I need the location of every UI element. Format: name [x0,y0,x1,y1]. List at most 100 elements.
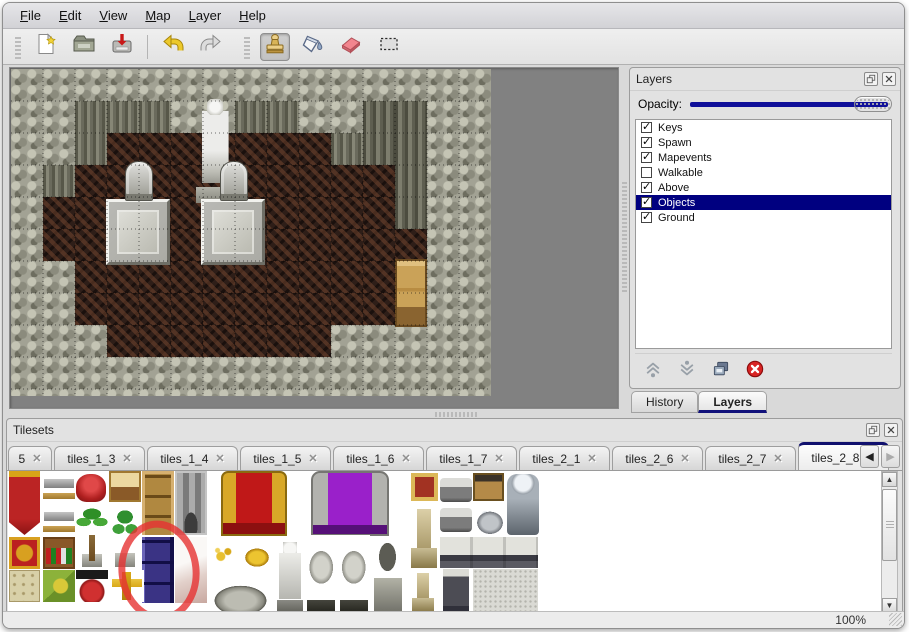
scroll-up-icon[interactable]: ▲ [882,472,897,487]
tab-close-icon[interactable]: ✕ [680,452,689,465]
tileset-tab-tiles_2_1[interactable]: tiles_2_1✕ [519,446,610,470]
tileset-tab-tiles_1_5[interactable]: tiles_1_5✕ [240,446,331,470]
tile-obelisk-small[interactable] [409,569,436,612]
opacity-slider-handle[interactable] [854,96,892,112]
tile-gate-gray[interactable] [175,471,207,535]
tab-close-icon[interactable]: ✕ [401,452,410,465]
layer-checkbox[interactable] [641,167,652,178]
tile-throne-purple[interactable] [311,471,389,536]
tile-plant[interactable] [109,505,141,569]
tab-scroll-left-icon[interactable]: ◀ [860,445,879,468]
raise-layer-button[interactable] [641,357,665,381]
menu-edit[interactable]: Edit [50,5,90,26]
layer-row-objects[interactable]: ✓Objects [636,195,891,210]
tileset-tab-tiles_1_6[interactable]: tiles_1_6✕ [333,446,424,470]
layer-row-spawn[interactable]: ✓Spawn [636,135,891,150]
layer-row-above[interactable]: ✓Above [636,180,891,195]
menu-help[interactable]: Help [230,5,275,26]
delete-layer-button[interactable] [743,357,767,381]
tab-close-icon[interactable]: ✕ [122,452,131,465]
tab-close-icon[interactable]: ✕ [215,452,224,465]
tileset-tab-tiles_1_4[interactable]: tiles_1_4✕ [147,446,238,470]
tab-close-icon[interactable]: ✕ [494,452,503,465]
map-canvas[interactable] [11,69,491,396]
tile-shelf-gray[interactable] [440,478,472,502]
close-button[interactable] [882,72,896,86]
tile-armor-knight[interactable] [507,474,539,535]
tile-block-gray[interactable] [473,569,538,612]
tile-obelisk[interactable] [409,503,438,568]
tileset-tab-tiles_2_7[interactable]: tiles_2_7✕ [705,446,796,470]
tile-necklace[interactable] [208,539,240,569]
tileset-tab-5[interactable]: 5✕ [8,446,52,470]
layer-row-walkable[interactable]: Walkable [636,165,891,180]
layer-checkbox[interactable]: ✓ [641,197,652,208]
resize-grip[interactable] [889,613,902,626]
redo-button[interactable] [196,33,226,61]
tab-close-icon[interactable]: ✕ [32,452,41,465]
tile-bookshelf[interactable] [43,537,75,569]
tile-loom[interactable] [43,473,75,501]
tab-close-icon[interactable]: ✕ [308,452,317,465]
float-button[interactable] [866,423,880,437]
tile-loom[interactable] [43,506,75,534]
tab-scroll-right-icon[interactable]: ▶ [881,445,900,468]
menu-layer[interactable]: Layer [180,5,231,26]
layer-list[interactable]: ✓Keys✓Spawn✓MapeventsWalkable✓Above✓Obje… [635,119,892,349]
tile-cushion-red[interactable] [76,474,106,502]
layer-checkbox[interactable]: ✓ [641,182,652,193]
menu-file[interactable]: File [11,5,50,26]
tile-door-purple[interactable] [142,537,174,603]
tile-gold-pile[interactable] [241,539,273,569]
close-button[interactable] [884,423,898,437]
tile-statue-white[interactable] [274,537,306,612]
tileset-tab-tiles_1_3[interactable]: tiles_1_3✕ [54,446,145,470]
tile-palm[interactable] [76,505,108,569]
layer-checkbox[interactable]: ✓ [641,122,652,133]
map-viewport[interactable] [9,67,619,409]
tab-layers[interactable]: Layers [698,391,767,413]
tab-history[interactable]: History [631,391,698,413]
fill-tool-button[interactable] [298,33,328,61]
open-button[interactable] [69,33,99,61]
menu-view[interactable]: View [90,5,136,26]
tile-shelf-gray[interactable] [440,508,472,532]
tile-portrait[interactable] [411,473,438,501]
tile-banner-red[interactable] [9,471,40,535]
toolbar-grip[interactable] [15,35,21,59]
lower-layer-button[interactable] [675,357,699,381]
tile-armor-pile[interactable] [474,503,506,536]
tile-gargoyles[interactable] [305,535,370,612]
stamp-tool-button[interactable] [260,33,290,61]
menu-map[interactable]: Map [136,5,179,26]
layer-row-keys[interactable]: ✓Keys [636,120,891,135]
tileset-scrollbar[interactable]: ▲ ▼ [881,471,898,614]
layer-row-ground[interactable]: ✓Ground [636,210,891,225]
tile-crest-red[interactable] [9,537,40,569]
opacity-slider[interactable] [690,95,892,113]
tile-rocks[interactable] [208,574,273,612]
tile-flag-green[interactable] [43,570,75,602]
layer-checkbox[interactable]: ✓ [641,152,652,163]
tile-wall-gray[interactable] [440,537,538,568]
eraser-tool-button[interactable] [336,33,366,61]
tile-cloth-white[interactable] [175,537,207,603]
tile-parchment[interactable] [9,570,40,602]
tile-door-wood[interactable] [142,471,174,535]
float-button[interactable] [864,72,878,86]
tileset-tab-tiles_2_6[interactable]: tiles_2_6✕ [612,446,703,470]
tab-close-icon[interactable]: ✕ [587,452,596,465]
layer-checkbox[interactable]: ✓ [641,137,652,148]
undo-button[interactable] [158,33,188,61]
tile-crate[interactable] [473,473,504,501]
scrollbar-thumb[interactable] [882,489,897,561]
layer-checkbox[interactable]: ✓ [641,212,652,223]
tile-wall-post[interactable] [443,569,469,612]
tile-vanity[interactable] [109,471,141,502]
new-button[interactable] [31,33,61,61]
tileset-content[interactable] [8,471,886,614]
duplicate-layer-button[interactable] [709,357,733,381]
select-tool-button[interactable] [374,33,404,61]
vertical-splitter[interactable] [620,67,629,409]
tile-stool-sign[interactable] [76,570,108,602]
